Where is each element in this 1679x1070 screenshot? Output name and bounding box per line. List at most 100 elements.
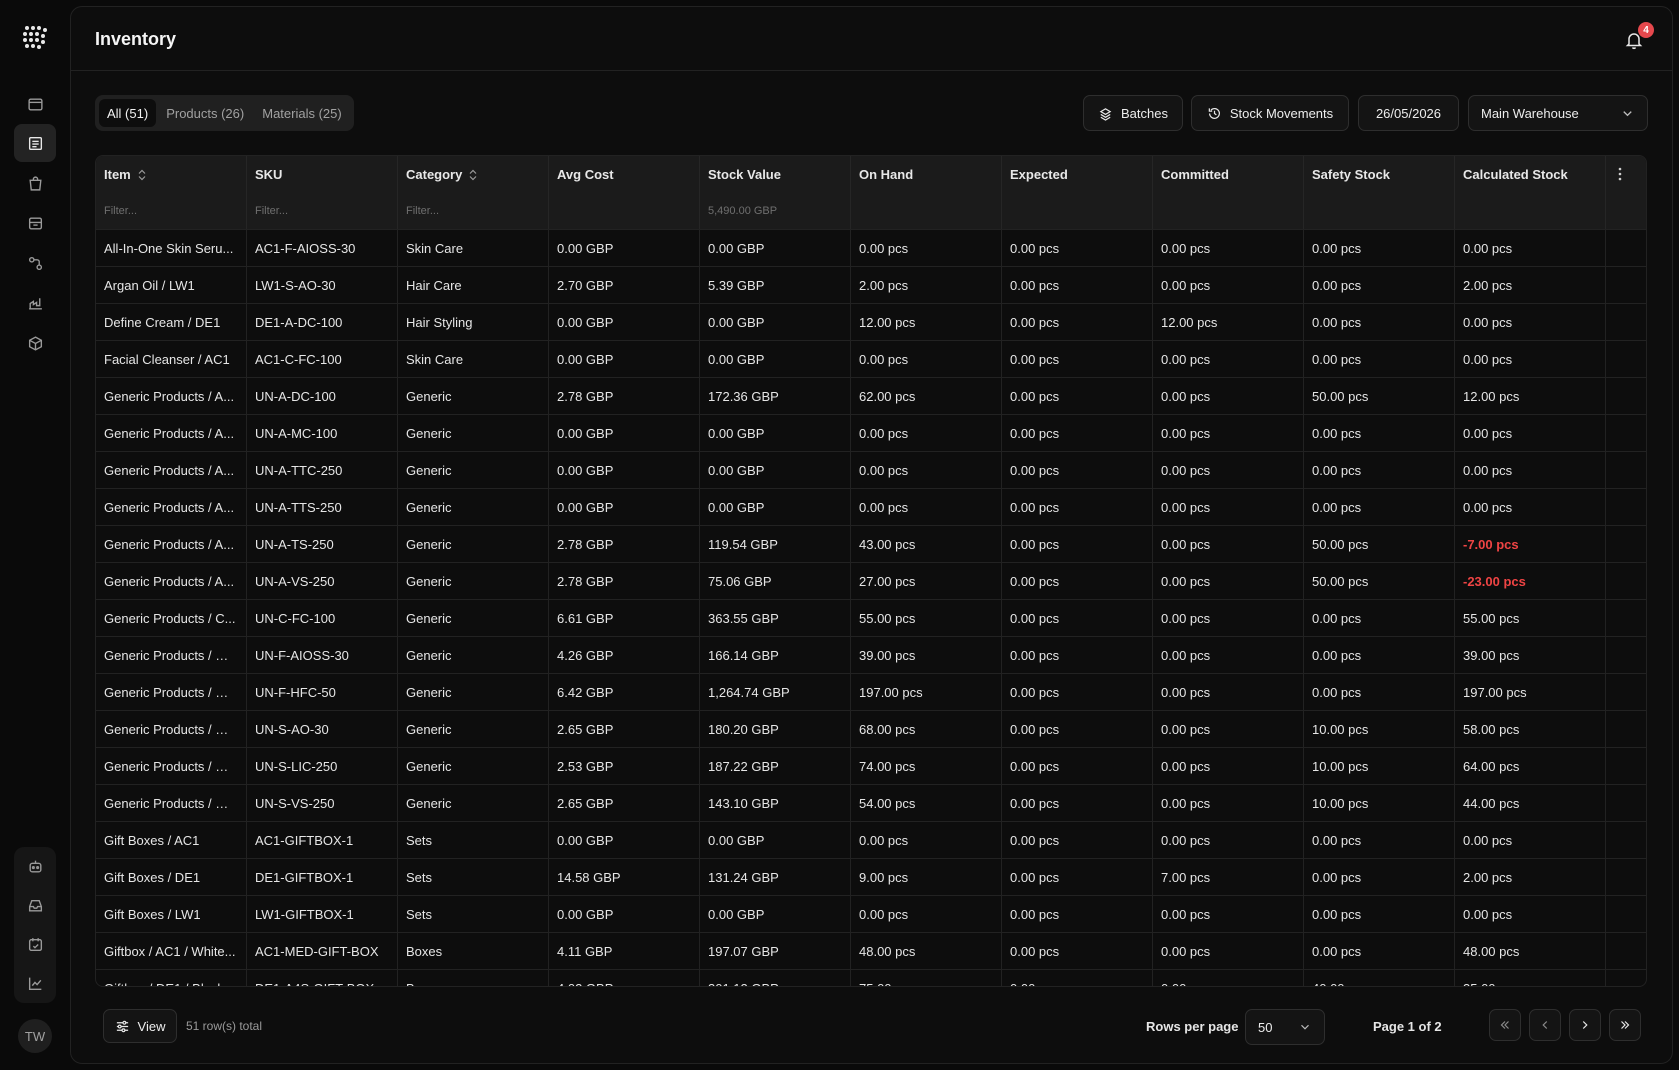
table-row[interactable]: Argan Oil / LW1 LW1-S-AO-30 Hair Care 2.70 … <box>96 266 1646 303</box>
column-header-avg-cost: Avg Cost <box>549 156 700 193</box>
table-row[interactable]: Generic Products / A... UN-A-TTS-250 Gener… <box>96 488 1646 525</box>
batches-button[interactable]: Batches <box>1083 95 1183 131</box>
table-row[interactable]: Generic Products / A... UN-A-VS-250 Generi… <box>96 562 1646 599</box>
sidebar-item-planner[interactable] <box>14 925 56 963</box>
item-link[interactable]: Generic Products / A... <box>104 574 234 589</box>
column-header-item[interactable]: Item <box>96 156 247 193</box>
item-link[interactable]: Generic Products / Si... <box>104 796 236 811</box>
item-link[interactable]: Generic Products / A... <box>104 500 234 515</box>
table-row[interactable]: Define Cream / DE1 DE1-A-DC-100 Hair Styli… <box>96 303 1646 340</box>
table-row[interactable]: Generic Products / A... UN-A-DC-100 Generi… <box>96 377 1646 414</box>
item-link[interactable]: Generic Products / Si... <box>104 722 236 737</box>
item-link[interactable]: Giftbox / AC1 / White... <box>104 944 236 959</box>
table-row[interactable]: Generic Products / Fr... UN-F-HFC-50 Gener… <box>96 673 1646 710</box>
cell-sku: UN-S-LIC-250 <box>247 748 398 784</box>
sidebar-item-orders[interactable] <box>14 164 56 202</box>
sidebar-item-reports[interactable] <box>14 964 56 1002</box>
cell-category: Hair Styling <box>398 304 549 340</box>
item-link[interactable]: Generic Products / Fr... <box>104 685 236 700</box>
item-link[interactable]: Gift Boxes / DE1 <box>104 870 200 885</box>
cell-avg-cost: 0.00 GBP <box>549 415 700 451</box>
item-link[interactable]: Giftbox / DE1 / Black... <box>104 981 235 987</box>
cell-calculated-stock: 0.00 pcs <box>1455 415 1606 451</box>
table-row[interactable]: Generic Products / Si... UN-S-VS-250 Gener… <box>96 784 1646 821</box>
item-link[interactable]: Argan Oil / LW1 <box>104 278 195 293</box>
table-row[interactable]: All-In-One Skin Seru... AC1-F-AIOSS-30 Ski… <box>96 229 1646 266</box>
item-link[interactable]: Generic Products / A... <box>104 537 234 552</box>
column-header-sku: SKU <box>247 156 398 193</box>
column-options-icon[interactable] <box>1612 166 1628 182</box>
tab-products[interactable]: Products (26) <box>158 99 252 127</box>
item-link[interactable]: Generic Products / A... <box>104 463 234 478</box>
page-info: Page 1 of 2 <box>1373 1019 1442 1034</box>
cell-committed: 0.00 pcs <box>1153 267 1304 303</box>
sidebar-item-workflow[interactable] <box>14 244 56 282</box>
avatar[interactable]: TW <box>18 1019 52 1053</box>
item-link[interactable]: Generic Products / A... <box>104 389 234 404</box>
cell-calculated-stock: 0.00 pcs <box>1455 230 1606 266</box>
filter-cell-category <box>398 193 549 229</box>
cell-category: Generic <box>398 785 549 821</box>
table-row[interactable]: Generic Products / C... UN-C-FC-100 Generi… <box>96 599 1646 636</box>
rows-per-page-select[interactable]: 50 <box>1245 1009 1325 1045</box>
filter-input-item[interactable] <box>104 205 224 217</box>
table-row[interactable]: Generic Products / Si... UN-S-LIC-250 Gene… <box>96 747 1646 784</box>
cell-expected: 0.00 pcs <box>1002 822 1153 858</box>
table-row[interactable]: Generic Products / Si... UN-S-AO-30 Generi… <box>96 710 1646 747</box>
filter-input-sku[interactable] <box>255 205 375 217</box>
date-picker[interactable]: 26/05/2026 <box>1358 95 1459 131</box>
cell-category: Generic <box>398 637 549 673</box>
view-options-button[interactable]: View <box>103 1009 177 1043</box>
next-page-button[interactable] <box>1569 1009 1601 1041</box>
rows-total: 51 row(s) total <box>186 1019 263 1033</box>
column-header-category[interactable]: Category <box>398 156 549 193</box>
item-link[interactable]: Gift Boxes / AC1 <box>104 833 199 848</box>
previous-page-button[interactable] <box>1529 1009 1561 1041</box>
table-row[interactable]: Generic Products / A... UN-A-MC-100 Generi… <box>96 414 1646 451</box>
item-link[interactable]: Generic Products / A... <box>104 426 234 441</box>
first-page-button[interactable] <box>1489 1009 1521 1041</box>
grid-logo-icon[interactable] <box>22 25 48 51</box>
item-link[interactable]: Facial Cleanser / AC1 <box>104 352 230 367</box>
item-link[interactable]: All-In-One Skin Seru... <box>104 241 233 256</box>
table-row[interactable]: Gift Boxes / AC1 AC1-GIFTBOX-1 Sets 0.00 GB… <box>96 821 1646 858</box>
item-link[interactable]: Gift Boxes / LW1 <box>104 907 201 922</box>
sidebar-item-manufacturing[interactable] <box>14 284 56 322</box>
sidebar-item-inventory[interactable] <box>14 124 56 162</box>
cell-actions <box>1606 341 1646 377</box>
cell-committed: 0.00 pcs <box>1153 563 1304 599</box>
cell-calculated-stock: 44.00 pcs <box>1455 785 1606 821</box>
item-link[interactable]: Generic Products / Si... <box>104 759 236 774</box>
item-link[interactable]: Generic Products / Fr... <box>104 648 236 663</box>
sort-icon[interactable] <box>137 169 147 181</box>
sidebar-item-inbox[interactable] <box>14 886 56 924</box>
cell-item: Generic Products / Fr... <box>96 674 247 710</box>
notification-badge: 4 <box>1638 22 1654 38</box>
item-link[interactable]: Define Cream / DE1 <box>104 315 220 330</box>
table-row[interactable]: Gift Boxes / LW1 LW1-GIFTBOX-1 Sets 0.00 GB… <box>96 895 1646 932</box>
table-row[interactable]: Facial Cleanser / AC1 AC1-C-FC-100 Skin Ca… <box>96 340 1646 377</box>
sidebar-item-materials[interactable] <box>14 204 56 242</box>
table-row[interactable]: Generic Products / A... UN-A-TS-250 Generi… <box>96 525 1646 562</box>
cell-category: Hair Care <box>398 267 549 303</box>
sidebar-item-dashboard[interactable] <box>14 85 56 123</box>
cell-avg-cost: 6.42 GBP <box>549 674 700 710</box>
item-link[interactable]: Generic Products / C... <box>104 611 236 626</box>
table-row[interactable]: Giftbox / DE1 / Black... DE1-A4S-GIFT-BOX… <box>96 969 1646 987</box>
table-row[interactable]: Giftbox / AC1 / White... AC1-MED-GIFT-BOX… <box>96 932 1646 969</box>
tab-materials[interactable]: Materials (25) <box>254 99 349 127</box>
tab-all[interactable]: All (51) <box>99 99 157 127</box>
table-row[interactable]: Gift Boxes / DE1 DE1-GIFTBOX-1 Sets 14.58 G… <box>96 858 1646 895</box>
sort-icon[interactable] <box>468 169 478 181</box>
sidebar-item-products[interactable] <box>14 324 56 362</box>
stock-movements-button[interactable]: Stock Movements <box>1191 95 1349 131</box>
warehouse-select[interactable]: Main Warehouse <box>1468 95 1648 131</box>
cell-on-hand: 48.00 pcs <box>851 933 1002 969</box>
last-page-button[interactable] <box>1609 1009 1641 1041</box>
table-row[interactable]: Generic Products / A... UN-A-TTC-250 Gener… <box>96 451 1646 488</box>
table-header: Item SKU Category Avg Cost Stock Value 5,490.… <box>96 156 1646 229</box>
table-row[interactable]: Generic Products / Fr... UN-F-AIOSS-30 Gen… <box>96 636 1646 673</box>
top-bar: Inventory 4 <box>71 7 1672 71</box>
sidebar-item-assistant[interactable] <box>14 847 56 885</box>
filter-input-category[interactable] <box>406 205 526 217</box>
